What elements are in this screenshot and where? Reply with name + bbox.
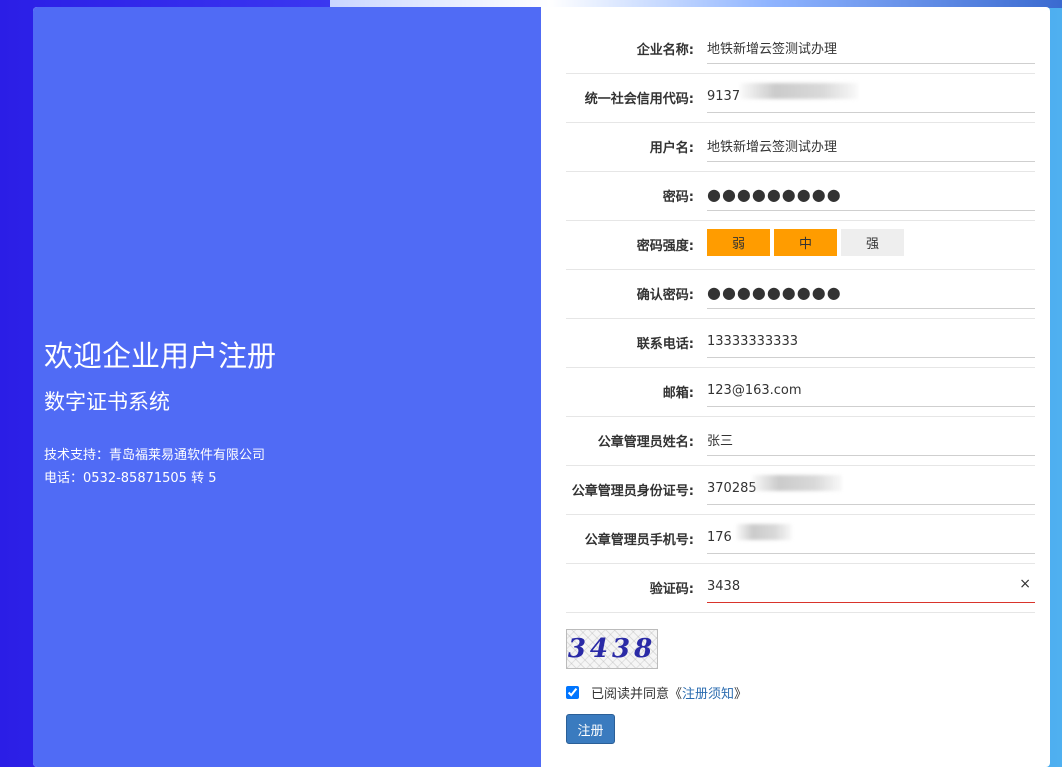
password-label: 密码: <box>662 190 694 205</box>
seal-admin-id-label: 公章管理员身份证号: <box>571 484 694 499</box>
row-company-name: 企业名称: <box>566 24 1035 74</box>
company-name-label: 企业名称: <box>636 43 694 58</box>
company-name-input[interactable] <box>707 32 1035 64</box>
system-subtitle: 数字证书系统 <box>44 390 170 414</box>
strength-weak: 弱 <box>707 229 770 256</box>
support-company: 技术支持：青岛福莱易通软件有限公司 <box>44 448 266 463</box>
row-seal-admin-mobile: 公章管理员手机号: <box>566 514 1035 564</box>
terms-link[interactable]: 注册须知 <box>682 683 734 702</box>
registration-form: 企业名称: 统一社会信用代码: 用户名: 密码: 密码强度: 弱 中 强 确认密… <box>541 7 1050 767</box>
credit-code-label: 统一社会信用代码: <box>584 92 694 107</box>
captcha-input[interactable] <box>707 571 1035 603</box>
row-password-strength: 密码强度: 弱 中 强 <box>566 220 1035 270</box>
row-password: 密码: <box>566 171 1035 221</box>
welcome-panel: 欢迎企业用户注册 数字证书系统 技术支持：青岛福莱易通软件有限公司 电话：053… <box>33 7 541 767</box>
captcha-image[interactable]: 3438 <box>566 629 658 669</box>
password-strength-label: 密码强度: <box>636 239 694 254</box>
strength-medium: 中 <box>774 229 837 256</box>
row-email: 邮箱: <box>566 367 1035 417</box>
row-seal-admin-id: 公章管理员身份证号: <box>566 465 1035 515</box>
register-button[interactable]: 注册 <box>566 714 615 744</box>
redaction-blur <box>752 475 842 491</box>
username-label: 用户名: <box>649 141 694 156</box>
seal-admin-name-label: 公章管理员姓名: <box>597 435 694 450</box>
strength-strong: 强 <box>841 229 904 256</box>
row-username: 用户名: <box>566 122 1035 172</box>
row-captcha: 验证码: × <box>566 563 1035 613</box>
row-confirm-password: 确认密码: <box>566 269 1035 319</box>
agreement: 已阅读并同意《 注册须知》 <box>566 683 747 702</box>
redaction-blur <box>736 524 792 540</box>
seal-admin-mobile-label: 公章管理员手机号: <box>584 533 694 548</box>
row-seal-admin-name: 公章管理员姓名: <box>566 416 1035 466</box>
password-strength-meter: 弱 中 强 <box>707 229 904 257</box>
seal-admin-name-input[interactable] <box>707 424 1035 456</box>
agree-checkbox[interactable] <box>566 686 579 699</box>
phone-input[interactable] <box>707 326 1035 358</box>
redaction-blur <box>740 83 858 99</box>
email-input[interactable] <box>707 375 1035 407</box>
registration-card: 欢迎企业用户注册 数字证书系统 技术支持：青岛福莱易通软件有限公司 电话：053… <box>33 7 1050 767</box>
phone-label: 联系电话: <box>636 337 694 352</box>
username-input[interactable] <box>707 130 1035 162</box>
password-input[interactable] <box>707 179 1035 211</box>
captcha-label: 验证码: <box>649 582 694 597</box>
confirm-password-label: 确认密码: <box>636 288 694 303</box>
welcome-title: 欢迎企业用户注册 <box>44 339 277 373</box>
support-info: 技术支持：青岛福莱易通软件有限公司 电话：0532-85871505 转 5 <box>44 444 265 490</box>
support-phone: 电话：0532-85871505 转 5 <box>44 471 217 486</box>
agree-text: 已阅读并同意《 <box>591 687 683 702</box>
email-label: 邮箱: <box>662 386 694 401</box>
row-phone: 联系电话: <box>566 318 1035 368</box>
row-credit-code: 统一社会信用代码: <box>566 73 1035 123</box>
agree-text-end: 》 <box>734 687 748 702</box>
clear-icon[interactable]: × <box>1019 576 1031 592</box>
confirm-password-input[interactable] <box>707 277 1035 309</box>
